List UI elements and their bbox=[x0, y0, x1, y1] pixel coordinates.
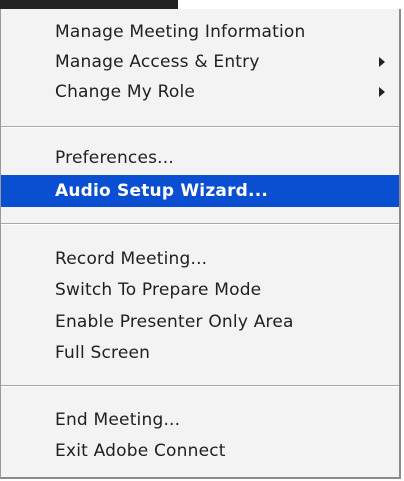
menu-item-manage-access-entry[interactable]: Manage Access & Entry bbox=[1, 47, 399, 77]
submenu-arrow-icon bbox=[379, 57, 385, 67]
menu-item-label: Exit Adobe Connect bbox=[55, 441, 226, 461]
menu-item-label: Enable Presenter Only Area bbox=[55, 312, 294, 332]
menu-item-label: Audio Setup Wizard... bbox=[55, 181, 269, 201]
menu-item-label: Preferences... bbox=[55, 148, 174, 168]
menu-separator bbox=[1, 385, 399, 387]
menu-item-label: End Meeting... bbox=[55, 410, 181, 430]
menu-item-label: Change My Role bbox=[55, 82, 196, 102]
menu-item-enable-presenter-only-area[interactable]: Enable Presenter Only Area bbox=[1, 307, 399, 337]
menu-item-exit-adobe-connect[interactable]: Exit Adobe Connect bbox=[1, 436, 399, 466]
menu-item-preferences[interactable]: Preferences... bbox=[1, 143, 399, 173]
menu-item-audio-setup-wizard[interactable]: Audio Setup Wizard... bbox=[1, 175, 399, 207]
menu-item-switch-to-prepare-mode[interactable]: Switch To Prepare Mode bbox=[1, 275, 399, 305]
menu-item-label: Manage Access & Entry bbox=[55, 52, 260, 72]
menu-item-record-meeting[interactable]: Record Meeting... bbox=[1, 244, 399, 274]
menu-item-label: Full Screen bbox=[55, 343, 151, 363]
menu-item-end-meeting[interactable]: End Meeting... bbox=[1, 405, 399, 435]
menu-item-label: Manage Meeting Information bbox=[55, 22, 306, 42]
menu-separator bbox=[1, 126, 399, 128]
meeting-menu-dropdown: Manage Meeting Information Manage Access… bbox=[0, 9, 401, 479]
menu-item-full-screen[interactable]: Full Screen bbox=[1, 338, 399, 368]
menu-item-manage-meeting-information[interactable]: Manage Meeting Information bbox=[1, 17, 399, 47]
submenu-arrow-icon bbox=[379, 87, 385, 97]
menu-item-label: Record Meeting... bbox=[55, 249, 208, 269]
menu-item-label: Switch To Prepare Mode bbox=[55, 280, 262, 300]
menu-separator bbox=[1, 223, 399, 225]
menu-item-change-my-role[interactable]: Change My Role bbox=[1, 77, 399, 107]
